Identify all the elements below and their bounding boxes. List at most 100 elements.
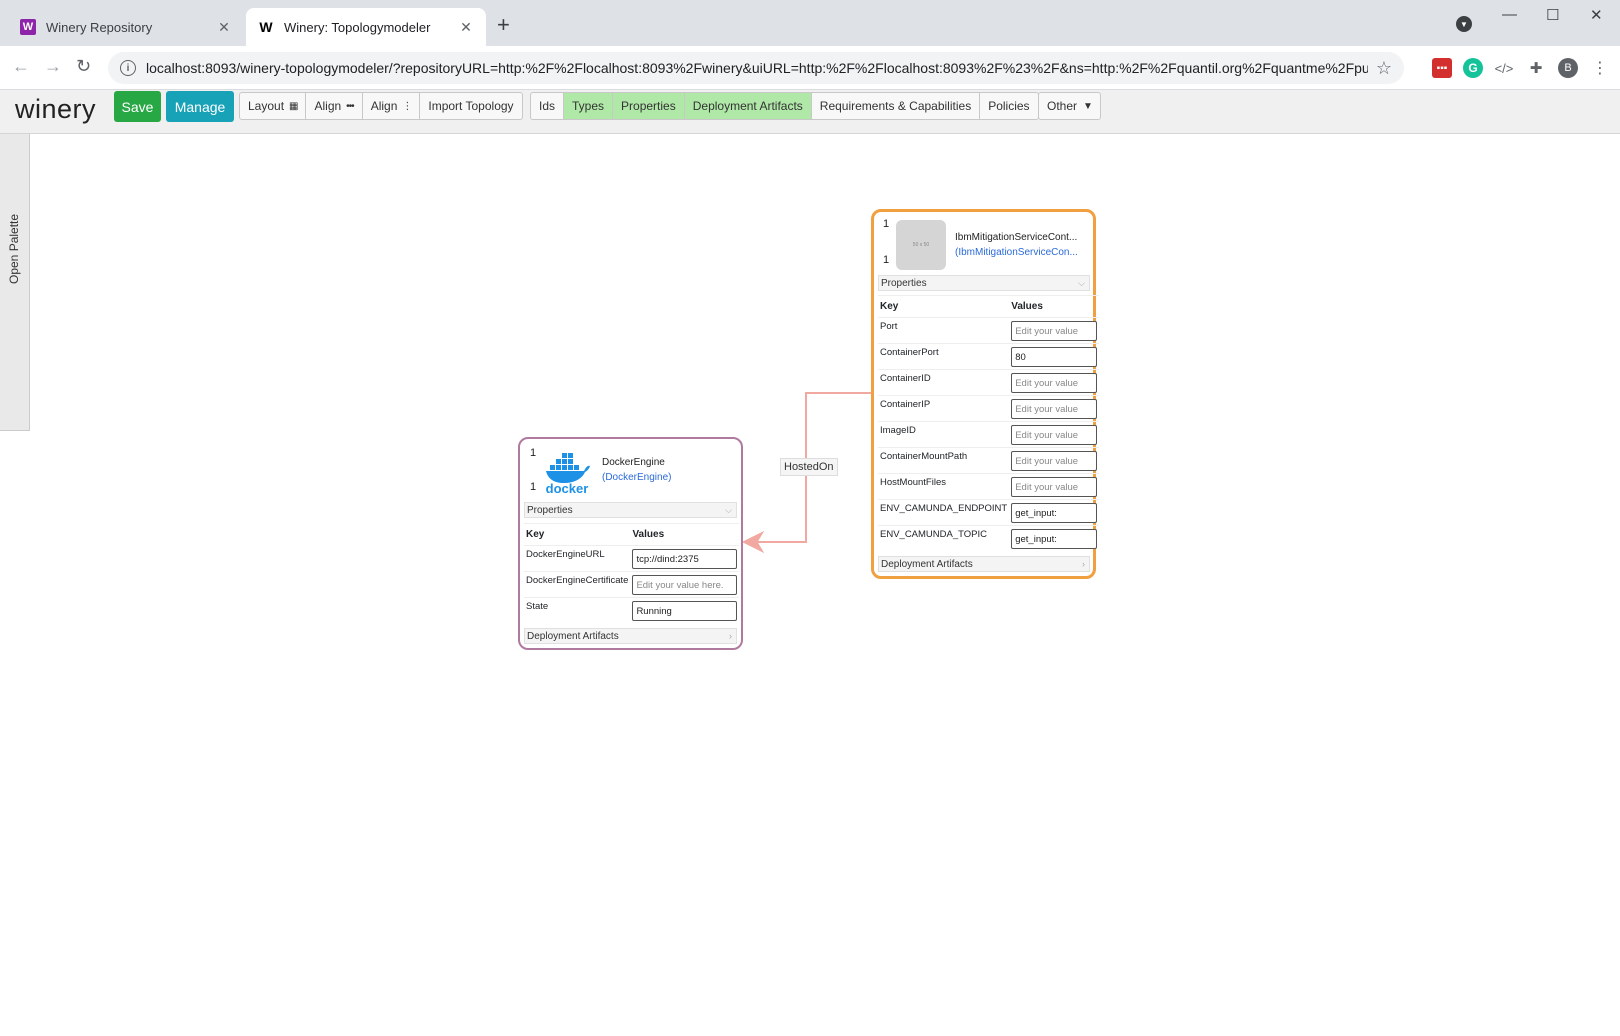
horizontal-dots-icon: ••• (346, 100, 354, 112)
close-icon[interactable]: ✕ (216, 19, 232, 36)
toggle-ids[interactable]: Ids (531, 93, 565, 119)
values-header: Values (630, 523, 740, 546)
table-row: Port (878, 317, 1100, 344)
toggle-properties[interactable]: Properties (613, 93, 685, 119)
import-topology-button[interactable]: Import Topology (420, 93, 521, 119)
browser-toolbar: ← → ↻ i localhost:8093/winery-topologymo… (0, 46, 1620, 90)
new-tab-button[interactable]: + (497, 12, 510, 38)
minimize-icon[interactable]: — (1502, 6, 1517, 23)
table-row: DockerEngineURL (524, 545, 740, 572)
table-row: ImageID (878, 421, 1100, 448)
property-key: ENV_CAMUNDA_ENDPOINT (878, 499, 1010, 526)
manage-button[interactable]: Manage (166, 91, 234, 122)
chevron-down-icon: ⌵ (725, 504, 732, 515)
caret-down-icon: ▼ (1083, 100, 1093, 112)
property-value-input[interactable] (632, 575, 738, 595)
property-value-input[interactable] (1011, 529, 1098, 549)
property-key: ContainerMountPath (878, 447, 1010, 474)
table-row: ContainerID (878, 369, 1100, 396)
grid-icon: ▦ (289, 100, 299, 112)
other-dropdown[interactable]: Other ▼ (1038, 92, 1101, 120)
info-icon[interactable]: i (120, 60, 136, 76)
property-key: DockerEngineURL (524, 545, 631, 572)
address-bar[interactable]: i localhost:8093/winery-topologymodeler/… (108, 52, 1404, 84)
properties-table: Key Values DockerEngineURL DockerEngineC… (524, 523, 740, 624)
property-key: Port (878, 317, 1010, 344)
table-row: State (524, 597, 740, 624)
bookmark-star-icon[interactable]: ☆ (1376, 58, 1392, 79)
url-text: localhost:8093/winery-topologymodeler/?r… (146, 60, 1368, 76)
property-key: DockerEngineCertificate (524, 571, 631, 598)
code-icon[interactable]: </> (1494, 58, 1514, 78)
deployment-artifacts-section-header[interactable]: Deployment Artifacts › (524, 628, 737, 644)
tab-winery-repository[interactable]: W Winery Repository ✕ (8, 8, 244, 46)
property-value-input[interactable] (1011, 503, 1098, 523)
docker-logo-text: docker (546, 481, 589, 494)
properties-section-header[interactable]: Properties ⌵ (524, 502, 737, 518)
back-arrow-icon[interactable]: ← (12, 56, 30, 77)
winery-header: winery Save Manage Layout ▦ Align ••• Alig… (0, 90, 1620, 134)
extensions-puzzle-icon[interactable]: ✚ (1526, 58, 1546, 78)
chevron-down-icon: ⌵ (1078, 277, 1085, 288)
property-value-input[interactable] (1011, 425, 1098, 445)
property-value-input[interactable] (1011, 373, 1098, 393)
property-value-input[interactable] (1011, 321, 1098, 341)
toggle-requirements-capabilities[interactable]: Requirements & Capabilities (812, 93, 981, 119)
extension-red-icon[interactable]: ▪▪▪ (1432, 58, 1452, 78)
property-key: ContainerPort (878, 343, 1010, 370)
grammarly-icon[interactable]: G (1463, 58, 1483, 78)
save-button[interactable]: Save (114, 91, 161, 122)
max-instances[interactable]: 1 (530, 481, 536, 493)
node-name: IbmMitigationServiceCont... (955, 232, 1078, 243)
profile-avatar[interactable]: B (1558, 58, 1578, 78)
property-key: ContainerIP (878, 395, 1010, 422)
toggle-deployment-artifacts[interactable]: Deployment Artifacts (684, 93, 812, 119)
tab-search-icon[interactable]: ▼ (1456, 16, 1472, 32)
property-value-input[interactable] (1011, 477, 1098, 497)
key-header: Key (524, 523, 631, 546)
align-vertical-button[interactable]: Align ⋮ (363, 93, 421, 119)
tab-topologymodeler[interactable]: W Winery: Topologymodeler ✕ (246, 8, 486, 46)
edge-label-hostedon[interactable]: HostedOn (780, 458, 838, 476)
table-row: HostMountFiles (878, 473, 1100, 500)
forward-arrow-icon[interactable]: → (44, 56, 62, 77)
min-instances[interactable]: 1 (883, 218, 889, 230)
property-key: State (524, 597, 631, 624)
placeholder-image-icon: 50 x 50 (896, 220, 946, 270)
browser-menu-icon[interactable]: ⋮ (1590, 58, 1610, 78)
maximize-icon[interactable]: ☐ (1546, 6, 1559, 24)
tab-title: Winery Repository (46, 19, 153, 35)
view-toggle-group: Ids Types Properties Deployment Artifact… (530, 92, 1039, 120)
properties-section-header[interactable]: Properties ⌵ (878, 275, 1090, 291)
open-palette-tab[interactable]: Open Palette (0, 134, 30, 431)
window-close-icon[interactable]: ✕ (1590, 6, 1603, 24)
other-button[interactable]: Other ▼ (1039, 93, 1100, 119)
winery-favicon-icon: W (20, 19, 36, 35)
chevron-right-icon: › (729, 631, 732, 641)
max-instances[interactable]: 1 (883, 254, 889, 266)
node-docker-engine[interactable]: 1 1 docker DockerEngine (DockerEngine) P… (518, 437, 743, 650)
property-value-input[interactable] (632, 601, 738, 621)
node-name: DockerEngine (602, 457, 665, 468)
property-value-input[interactable] (1011, 347, 1098, 367)
align-horizontal-button[interactable]: Align ••• (306, 93, 363, 119)
node-type-link[interactable]: (IbmMitigationServiceCon... (955, 247, 1078, 258)
reload-icon[interactable]: ↻ (76, 56, 91, 77)
winery-logo: winery (15, 94, 97, 124)
docker-logo-icon: docker (542, 449, 592, 496)
min-instances[interactable]: 1 (530, 447, 536, 459)
topology-canvas[interactable] (0, 134, 1620, 1036)
open-palette-label: Open Palette (7, 213, 21, 284)
node-ibm-mitigation-service[interactable]: 1 1 50 x 50 IbmMitigationServiceCont... … (871, 209, 1100, 579)
property-value-input[interactable] (1011, 451, 1098, 471)
winery-favicon-icon: W (259, 19, 273, 35)
table-row: ContainerMountPath (878, 447, 1100, 474)
property-value-input[interactable] (632, 549, 738, 569)
node-type-link[interactable]: (DockerEngine) (602, 472, 671, 483)
toggle-policies[interactable]: Policies (980, 93, 1037, 119)
deployment-artifacts-section-header[interactable]: Deployment Artifacts › (878, 556, 1090, 572)
property-value-input[interactable] (1011, 399, 1098, 419)
layout-button[interactable]: Layout ▦ (240, 93, 307, 119)
close-icon[interactable]: ✕ (458, 19, 474, 36)
toggle-types[interactable]: Types (564, 93, 614, 119)
